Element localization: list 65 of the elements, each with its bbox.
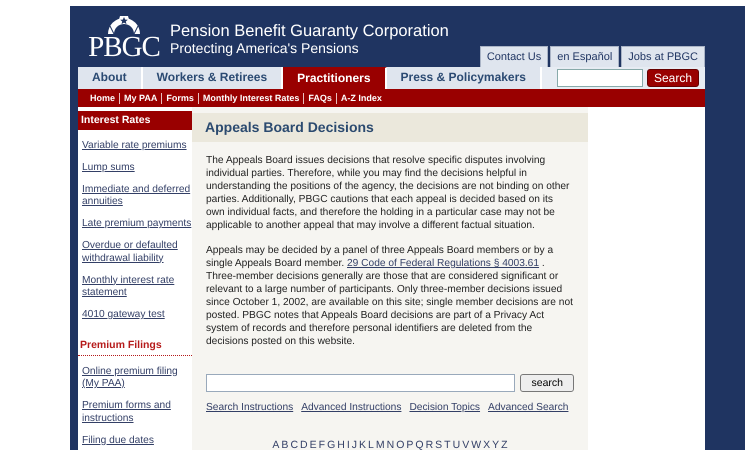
subnav-link[interactable]: FAQs	[304, 93, 336, 103]
letter-link[interactable]: W	[471, 439, 482, 450]
letter-link[interactable]: C	[290, 439, 298, 450]
search-button[interactable]: Search	[646, 69, 699, 87]
letter-link[interactable]: L	[368, 439, 374, 450]
subnav-link[interactable]: A-Z Index	[336, 93, 386, 103]
nav-tab[interactable]: About	[78, 67, 143, 89]
letter-link[interactable]: S	[435, 439, 442, 450]
sidebar-link[interactable]: Variable rate premiums	[82, 140, 192, 152]
sidebar-link[interactable]: Immediate and deferred annuities	[82, 184, 192, 208]
search-link[interactable]: Decision Topics	[409, 402, 480, 413]
letter-link[interactable]: R	[426, 439, 434, 450]
letter-link[interactable]: X	[483, 439, 490, 450]
sidebar-link[interactable]: Lump sums	[82, 162, 192, 174]
sidebar-link[interactable]: Monthly interest rate statement	[82, 274, 192, 300]
top-link[interactable]: en Español	[550, 46, 620, 67]
sidebar-link[interactable]: Overdue or defaulted withdrawal liability	[82, 240, 192, 265]
decision-search-field[interactable]	[206, 374, 516, 392]
letter-link[interactable]: O	[396, 439, 404, 450]
sidebar-link[interactable]: Premium forms and instructions	[82, 400, 192, 425]
letter-link[interactable]: Y	[492, 439, 500, 450]
search-link[interactable]: Advanced Search	[488, 402, 568, 413]
site-title: Pension Benefit Guaranty Corporation	[170, 22, 449, 41]
letter-link[interactable]: Z	[501, 439, 508, 450]
letter-link[interactable]: V	[462, 439, 470, 450]
letter-link[interactable]: B	[281, 439, 288, 450]
sidebar-link[interactable]: Online premium filing (My PAA)	[82, 366, 192, 390]
top-link[interactable]: Jobs at PBGC	[621, 46, 705, 67]
letter-link[interactable]: K	[359, 439, 366, 450]
letter-link[interactable]: T	[444, 439, 451, 450]
letter-link[interactable]: N	[386, 439, 394, 450]
nav-tab[interactable]: Practitioners	[283, 67, 387, 89]
letter-link[interactable]: U	[452, 439, 460, 450]
letter-link[interactable]: D	[300, 439, 308, 450]
letter-link[interactable]: J	[352, 439, 357, 450]
sidebar-link[interactable]: Filing due dates	[82, 434, 192, 447]
nav-tab[interactable]: Press & Policymakers	[386, 67, 542, 89]
top-link[interactable]: Contact Us	[480, 46, 548, 67]
nav-tab[interactable]: Workers & Retirees	[142, 67, 284, 89]
letter-link[interactable]: A	[272, 439, 280, 450]
body-paragraph: Appeals may be decided by a panel of three Appeals Board members or by a single Appeals Board member. 29 Code of Federal Regulations § 4003.61 . Three-member decisions generally are those that are considered significant or relevant to a large number of participants. Only three-member decisions issued since October 1, 2002, are available on this site; single member decisions are not posted. PBGC notes that Appeals Board decisions are part of a Privacy Act system of records and therefore personal identifiers are deleted from the decisions posted on this website.	[206, 244, 574, 348]
body-paragraph: The Appeals Board issues decisions that resolve specific disputes involving individual parties. Therefore, while you may find the decisions helpful in understanding the positions of the agency, the decisions are not binding on other parties. Additionally, PBGC cautions that each appeal is decided based on its own individual facts, and therefore the holding in a particular case may not be applicable to another appeal that may involve a different factual situation.	[206, 154, 570, 232]
logo-text: PBGC	[88, 34, 160, 60]
search-link[interactable]: Search Instructions	[206, 402, 294, 413]
letter-link[interactable]: M	[376, 439, 385, 450]
subnav-link[interactable]: Home	[86, 93, 120, 103]
letter-link[interactable]: H	[337, 439, 345, 450]
subnav-link[interactable]: Forms	[162, 93, 198, 103]
sidebar-link[interactable]: Late premium payments	[82, 218, 192, 230]
page-heading: Appeals Board Decisions	[192, 113, 588, 142]
letter-link[interactable]: G	[327, 439, 336, 450]
site-search-field[interactable]	[556, 69, 643, 87]
letter-link[interactable]: E	[310, 439, 317, 450]
letter-link[interactable]: P	[406, 439, 414, 450]
sidebar-heading: Interest Rates	[78, 111, 192, 130]
letter-link[interactable]: F	[318, 439, 326, 450]
letter-link[interactable]: I	[346, 439, 350, 450]
site-tagline: Protecting America's Pensions	[170, 41, 360, 56]
letter-link[interactable]: Q	[415, 439, 424, 450]
sidebar-link[interactable]: 4010 gateway test	[82, 309, 192, 322]
subnav-link[interactable]: My PAA	[120, 93, 162, 103]
regulation-link[interactable]: 29 Code of Federal Regulations § 4003.61	[347, 258, 540, 269]
subnav-link[interactable]: Monthly Interest Rates	[198, 93, 304, 103]
search-link[interactable]: Advanced Instructions	[301, 402, 402, 413]
search-button[interactable]: search	[520, 374, 574, 392]
